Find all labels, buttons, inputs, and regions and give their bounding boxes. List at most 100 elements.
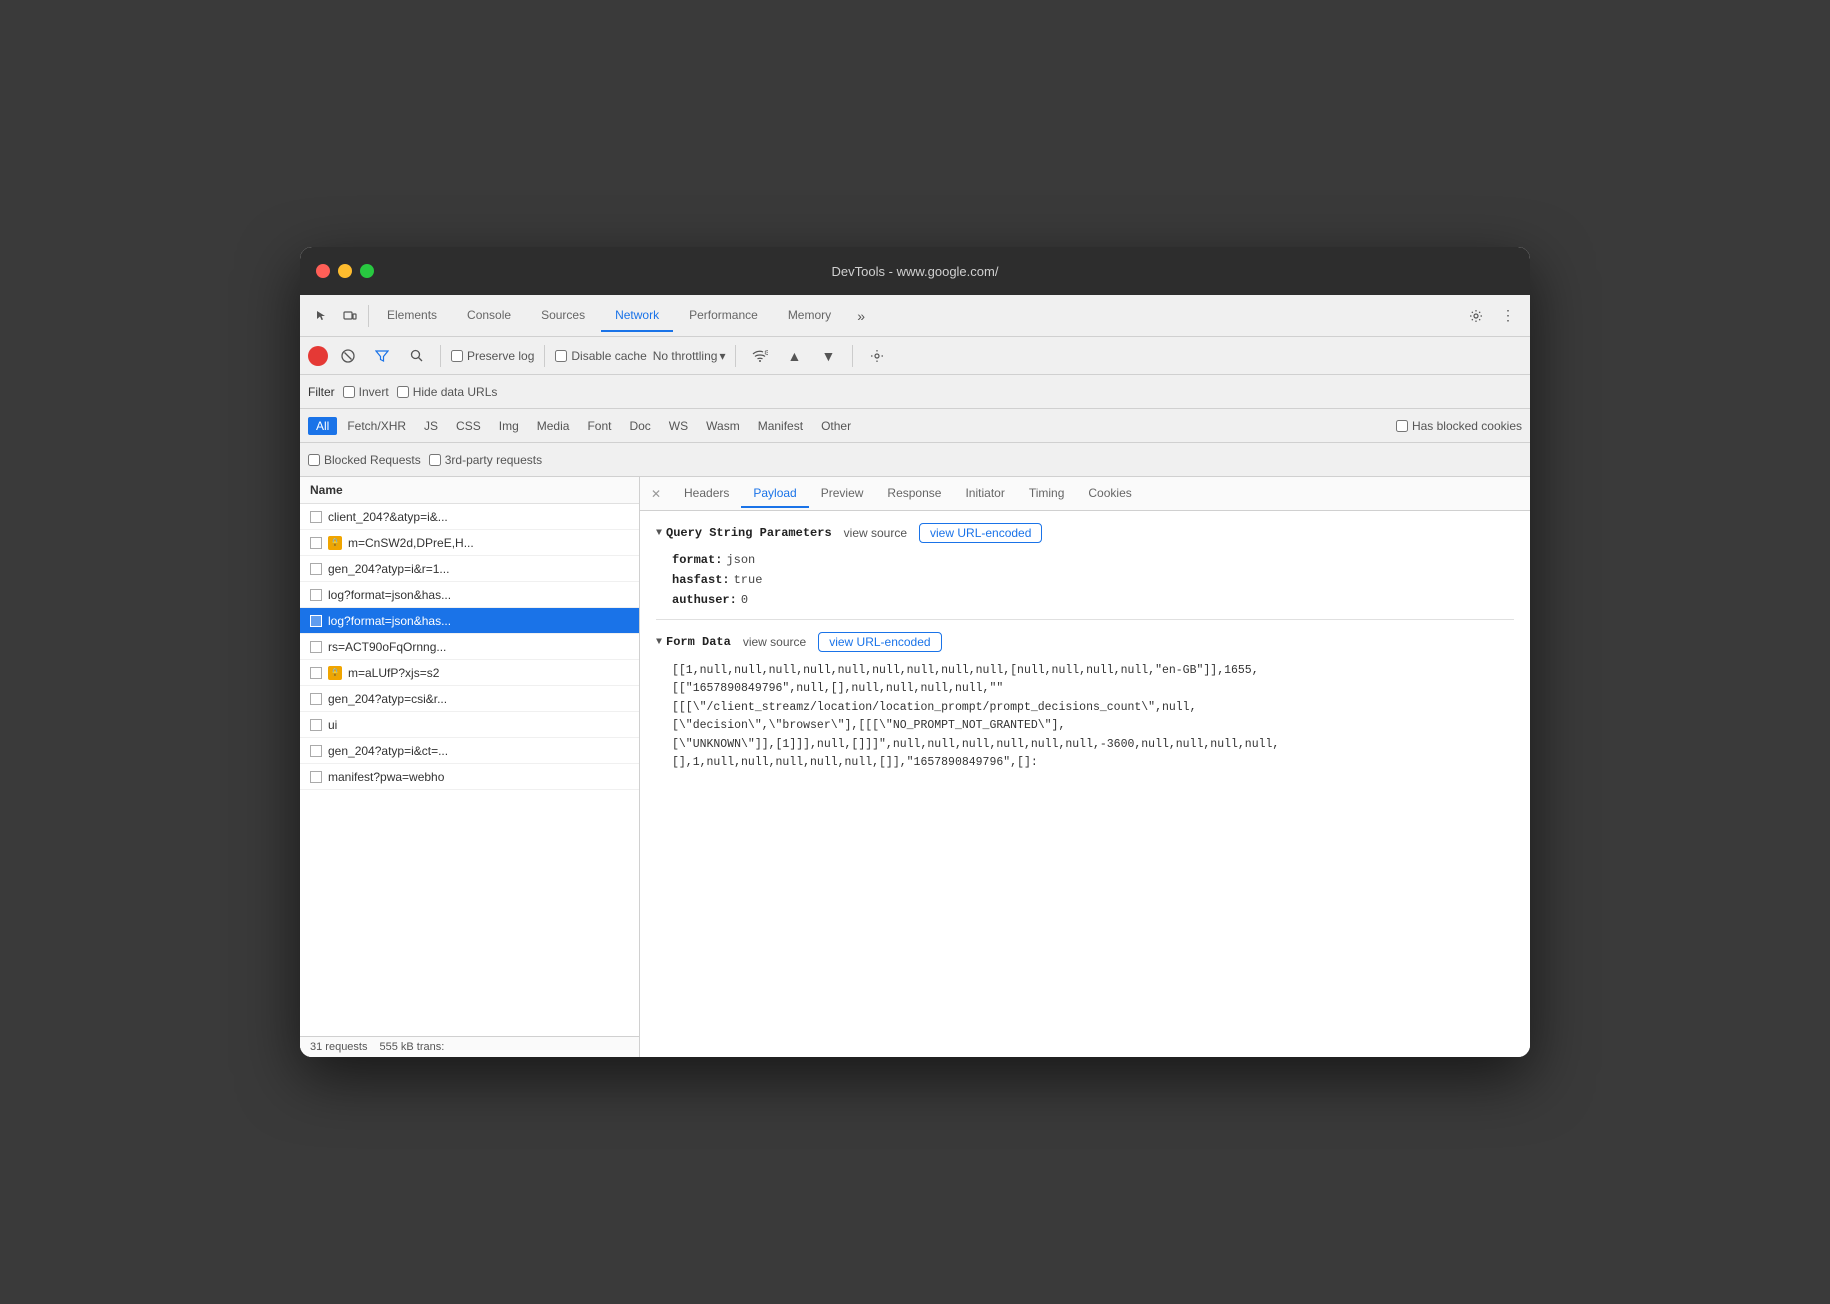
cursor-icon[interactable] [308,302,336,330]
device-toggle-icon[interactable] [336,302,364,330]
tab-cookies[interactable]: Cookies [1076,480,1143,508]
req-name: m=aLUfP?xjs=s2 [348,666,629,680]
list-item[interactable]: client_204?&atyp=i&... [300,504,639,530]
left-panel: Name client_204?&atyp=i&... 🔒 m=CnSW2d,D… [300,477,640,1057]
type-btn-manifest[interactable]: Manifest [750,417,811,435]
tab-initiator[interactable]: Initiator [953,480,1016,508]
req-checkbox[interactable] [310,693,322,705]
req-checkbox[interactable] [310,719,322,731]
req-checkbox[interactable] [310,745,322,757]
req-name: ui [328,718,629,732]
minimize-button[interactable] [338,264,352,278]
settings-icon[interactable] [1462,302,1490,330]
traffic-lights [316,264,374,278]
req-checkbox[interactable] [310,563,322,575]
blocked-requests-checkbox[interactable] [308,454,320,466]
tab-memory[interactable]: Memory [774,300,845,332]
form-data-header: ▼ Form Data view source view URL-encoded [656,632,1514,652]
list-item[interactable]: 🔒 m=CnSW2d,DPreE,H... [300,530,639,556]
type-btn-other[interactable]: Other [813,417,859,435]
invert-checkbox[interactable] [343,386,355,398]
close-button[interactable] [316,264,330,278]
tab-elements[interactable]: Elements [373,300,451,332]
list-item-selected[interactable]: log?format=json&has... [300,608,639,634]
second-toolbar: Preserve log Disable cache No throttling… [300,337,1530,375]
tab-sources[interactable]: Sources [527,300,599,332]
type-btn-font[interactable]: Font [579,417,619,435]
type-btn-media[interactable]: Media [529,417,578,435]
tab-headers[interactable]: Headers [672,480,741,508]
status-bar: 31 requests 555 kB trans: [300,1036,639,1057]
form-view-source-btn[interactable]: view source [743,635,806,649]
type-btn-wasm[interactable]: Wasm [698,417,748,435]
list-item[interactable]: log?format=json&has... [300,582,639,608]
type-btn-ws[interactable]: WS [661,417,696,435]
req-checkbox[interactable] [310,667,322,679]
more-tabs-btn[interactable]: » [847,302,875,330]
param-value: 0 [741,593,748,607]
type-btn-fetch-xhr[interactable]: Fetch/XHR [339,417,414,435]
top-toolbar: Elements Console Sources Network Perform… [300,295,1530,337]
req-checkbox[interactable] [310,589,322,601]
preserve-log-label[interactable]: Preserve log [451,349,534,363]
hide-data-urls-checkbox[interactable] [397,386,409,398]
chevron-down-icon: ▾ [719,349,725,363]
disable-cache-checkbox[interactable] [555,350,567,362]
list-item[interactable]: 🔒 m=aLUfP?xjs=s2 [300,660,639,686]
req-name: gen_204?atyp=i&ct=... [328,744,629,758]
network-settings-icon[interactable] [863,342,891,370]
list-item[interactable]: gen_204?atyp=i&r=1... [300,556,639,582]
type-btn-all[interactable]: All [308,417,337,435]
tab-preview[interactable]: Preview [809,480,876,508]
hide-data-urls-label[interactable]: Hide data URLs [397,385,498,399]
tab-payload[interactable]: Payload [741,480,808,508]
tab-network[interactable]: Network [601,300,673,332]
req-checkbox[interactable] [310,771,322,783]
throttle-select[interactable]: No throttling ▾ [653,349,726,363]
transfer-size: 555 kB trans: [379,1041,444,1053]
wifi-icon[interactable]: ⚙ [746,342,774,370]
third-party-label[interactable]: 3rd-party requests [429,453,542,467]
third-party-checkbox[interactable] [429,454,441,466]
form-view-url-encoded-btn[interactable]: view URL-encoded [818,632,941,652]
record-button[interactable] [308,346,328,366]
type-btn-js[interactable]: JS [416,417,446,435]
has-blocked-cookies-label[interactable]: Has blocked cookies [1396,419,1522,433]
stop-icon[interactable] [334,342,362,370]
list-item[interactable]: gen_204?atyp=i&ct=... [300,738,639,764]
type-btn-img[interactable]: Img [491,417,527,435]
maximize-button[interactable] [360,264,374,278]
query-view-source-btn[interactable]: view source [844,526,907,540]
list-item[interactable]: rs=ACT90oFqOrnng... [300,634,639,660]
search-icon[interactable] [402,342,430,370]
invert-label[interactable]: Invert [343,385,389,399]
tab-console[interactable]: Console [453,300,525,332]
filter-bar: Filter Invert Hide data URLs [300,375,1530,409]
download-icon[interactable]: ▼ [814,342,842,370]
has-blocked-cookies-checkbox[interactable] [1396,420,1408,432]
upload-icon[interactable]: ▲ [780,342,808,370]
req-checkbox[interactable] [310,537,322,549]
window-title: DevTools - www.google.com/ [832,264,999,279]
list-item[interactable]: manifest?pwa=webho [300,764,639,790]
form-data-title: ▼ Form Data [656,635,731,649]
blocked-requests-label[interactable]: Blocked Requests [308,453,421,467]
type-btn-css[interactable]: CSS [448,417,489,435]
disable-cache-label[interactable]: Disable cache [555,349,646,363]
type-btn-doc[interactable]: Doc [621,417,658,435]
more-options-icon[interactable]: ⋮ [1494,302,1522,330]
triangle-icon: ▼ [656,528,662,539]
list-item[interactable]: ui [300,712,639,738]
list-item[interactable]: gen_204?atyp=csi&r... [300,686,639,712]
req-checkbox[interactable] [310,511,322,523]
tab-response[interactable]: Response [875,480,953,508]
close-tab-icon[interactable]: ✕ [648,486,664,502]
tab-performance[interactable]: Performance [675,300,772,332]
tab-timing[interactable]: Timing [1017,480,1077,508]
req-checkbox[interactable] [310,615,322,627]
preserve-log-checkbox[interactable] [451,350,463,362]
param-key: authuser: [672,593,737,607]
filter-icon[interactable] [368,342,396,370]
req-checkbox[interactable] [310,641,322,653]
query-view-url-encoded-btn[interactable]: view URL-encoded [919,523,1042,543]
